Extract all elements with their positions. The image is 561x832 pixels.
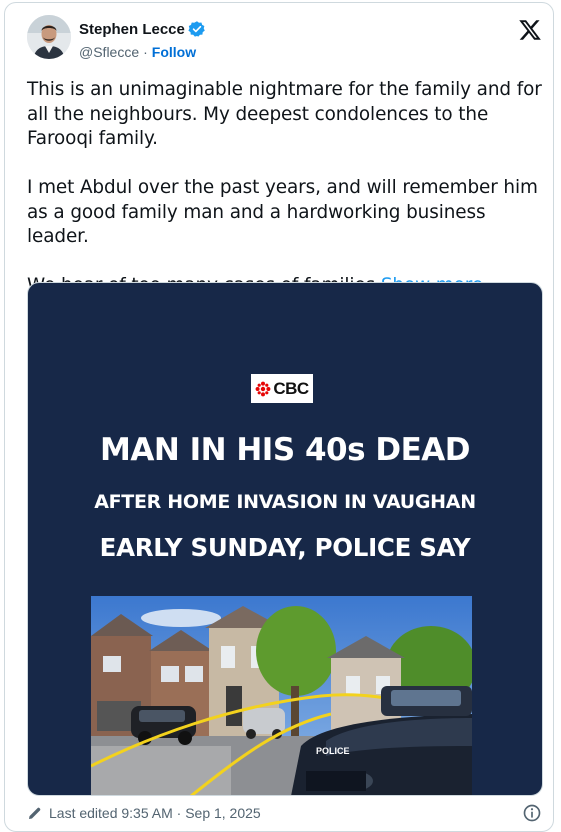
author-name-row: Stephen Lecce <box>79 20 206 38</box>
cbc-gem-icon <box>255 381 271 396</box>
info-icon[interactable] <box>522 803 542 823</box>
police-car-label: POLICE <box>316 746 350 756</box>
author-handle[interactable]: @Sflecce <box>79 44 139 60</box>
post-paragraph-1: This is an unimaginable nightmare for th… <box>27 79 542 149</box>
news-photo: POLICE <box>91 596 472 795</box>
headline-line-3: EARLY SUNDAY, POLICE SAY <box>99 533 471 562</box>
media-image[interactable]: CBC MAN IN HIS 40s DEAD AFTER HOME INVAS… <box>27 282 543 796</box>
post-paragraph-2: I met Abdul over the past years, and wil… <box>27 177 538 247</box>
cbc-logo: CBC <box>251 374 313 403</box>
separator-dot: · <box>143 44 148 60</box>
follow-button[interactable]: Follow <box>152 44 196 60</box>
post-card: Stephen Lecce @Sflecce · Follow This is … <box>4 2 554 832</box>
verified-badge-icon <box>188 20 206 38</box>
avatar[interactable] <box>27 15 71 59</box>
author-handle-row: @Sflecce · Follow <box>79 44 196 60</box>
last-edited-timestamp[interactable]: Last edited 9:35 AM · Sep 1, 2025 <box>49 805 261 821</box>
headline-line-2: AFTER HOME INVASION IN VAUGHAN <box>94 491 476 513</box>
post-footer: Last edited 9:35 AM · Sep 1, 2025 <box>27 805 261 821</box>
headline-line-1: MAN IN HIS 40s DEAD <box>100 432 470 468</box>
x-logo-icon[interactable] <box>517 18 543 42</box>
cbc-logo-text: CBC <box>273 378 309 398</box>
post-text: This is an unimaginable nightmare for th… <box>27 78 542 299</box>
pencil-icon <box>29 807 41 819</box>
author-display-name[interactable]: Stephen Lecce <box>79 21 185 38</box>
